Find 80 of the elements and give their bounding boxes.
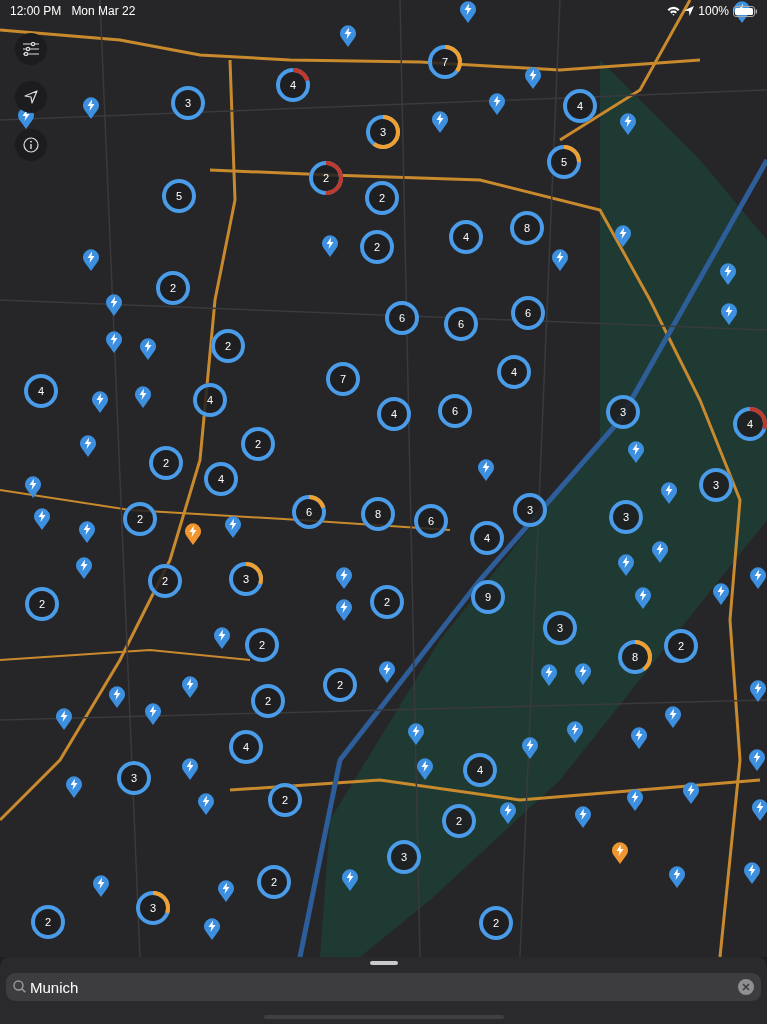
status-date: Mon Mar 22 xyxy=(71,4,136,18)
charging-pin-icon[interactable] xyxy=(488,92,506,116)
charging-pin-icon[interactable] xyxy=(144,702,162,726)
charging-pin-icon[interactable] xyxy=(224,515,242,539)
charging-pin-icon[interactable] xyxy=(197,792,215,816)
charging-pin-icon[interactable] xyxy=(184,522,202,546)
charging-pin-icon[interactable] xyxy=(499,801,517,825)
charging-pin-icon[interactable] xyxy=(105,330,123,354)
charging-pin-icon[interactable] xyxy=(139,337,157,361)
charging-pin-icon[interactable] xyxy=(668,865,686,889)
charging-pin-icon[interactable] xyxy=(619,112,637,136)
charging-pin-icon[interactable] xyxy=(91,390,109,414)
charging-pin-icon[interactable] xyxy=(65,775,83,799)
charging-pin-icon[interactable] xyxy=(749,679,767,703)
charging-pin-icon[interactable] xyxy=(720,302,738,326)
charging-pin-icon[interactable] xyxy=(743,861,761,885)
charging-pin-icon[interactable] xyxy=(566,720,584,744)
charging-pin-icon[interactable] xyxy=(108,685,126,709)
charging-pin-icon[interactable] xyxy=(614,224,632,248)
charging-pin-icon[interactable] xyxy=(79,434,97,458)
charging-pin-icon[interactable] xyxy=(617,553,635,577)
search-icon xyxy=(13,980,26,993)
charging-pin-icon[interactable] xyxy=(321,234,339,258)
wifi-icon xyxy=(667,6,681,16)
charging-pin-icon[interactable] xyxy=(181,757,199,781)
charging-pin-icon[interactable] xyxy=(75,556,93,580)
charging-pin-icon[interactable] xyxy=(431,110,449,134)
charging-pin-icon[interactable] xyxy=(217,879,235,903)
charging-pin-icon[interactable] xyxy=(611,841,629,865)
charging-pin-icon[interactable] xyxy=(203,917,221,941)
charging-pin-icon[interactable] xyxy=(664,705,682,729)
charging-pin-icon[interactable] xyxy=(82,248,100,272)
charging-pin-icon[interactable] xyxy=(719,262,737,286)
sliders-icon xyxy=(23,42,39,56)
charging-pin-icon[interactable] xyxy=(751,798,767,822)
info-icon xyxy=(23,137,39,153)
search-field[interactable]: Munich xyxy=(6,973,761,1001)
charging-pin-icon[interactable] xyxy=(712,582,730,606)
charging-pin-icon[interactable] xyxy=(749,566,767,590)
charging-pin-icon[interactable] xyxy=(134,385,152,409)
charging-pin-icon[interactable] xyxy=(551,248,569,272)
charging-pin-icon[interactable] xyxy=(416,757,434,781)
charging-pin-icon[interactable] xyxy=(630,726,648,750)
charging-pin-icon[interactable] xyxy=(626,788,644,812)
charging-pin-icon[interactable] xyxy=(213,626,231,650)
charging-pin-icon[interactable] xyxy=(748,748,766,772)
charging-pin-icon[interactable] xyxy=(335,598,353,622)
charging-pin-icon[interactable] xyxy=(335,566,353,590)
charging-pin-icon[interactable] xyxy=(634,586,652,610)
charging-pin-icon[interactable] xyxy=(78,520,96,544)
battery-icon xyxy=(733,5,757,17)
charging-pin-icon[interactable] xyxy=(477,458,495,482)
charging-pin-icon[interactable] xyxy=(55,707,73,731)
charging-pin-icon[interactable] xyxy=(378,660,396,684)
charging-pin-icon[interactable] xyxy=(521,736,539,760)
charging-pin-icon[interactable] xyxy=(574,662,592,686)
charging-pin-icon[interactable] xyxy=(33,507,51,531)
charging-pin-icon[interactable] xyxy=(524,66,542,90)
charging-pin-icon[interactable] xyxy=(733,0,751,24)
location-arrow-icon xyxy=(684,6,695,16)
charging-pin-icon[interactable] xyxy=(682,781,700,805)
charging-pin-icon[interactable] xyxy=(24,475,42,499)
location-arrow-icon xyxy=(24,90,38,104)
charging-pin-icon[interactable] xyxy=(627,440,645,464)
charging-pin-icon[interactable] xyxy=(407,722,425,746)
charging-pin-icon[interactable] xyxy=(181,675,199,699)
battery-percentage: 100% xyxy=(698,4,729,18)
charging-pin-icon[interactable] xyxy=(651,540,669,564)
charging-pin-icon[interactable] xyxy=(660,481,678,505)
sheet-grabber[interactable] xyxy=(369,961,398,965)
status-time: 12:00 PM xyxy=(10,4,62,18)
charging-pin-icon[interactable] xyxy=(339,24,357,48)
charging-pin-icon[interactable] xyxy=(341,868,359,892)
charging-pin-icon[interactable] xyxy=(105,293,123,317)
charging-pin-icon[interactable] xyxy=(82,96,100,120)
close-icon xyxy=(742,983,750,991)
charging-pin-icon[interactable] xyxy=(540,663,558,687)
charging-pin-icon[interactable] xyxy=(574,805,592,829)
charging-pin-icon[interactable] xyxy=(459,0,477,24)
charging-pin-icon[interactable] xyxy=(92,874,110,898)
